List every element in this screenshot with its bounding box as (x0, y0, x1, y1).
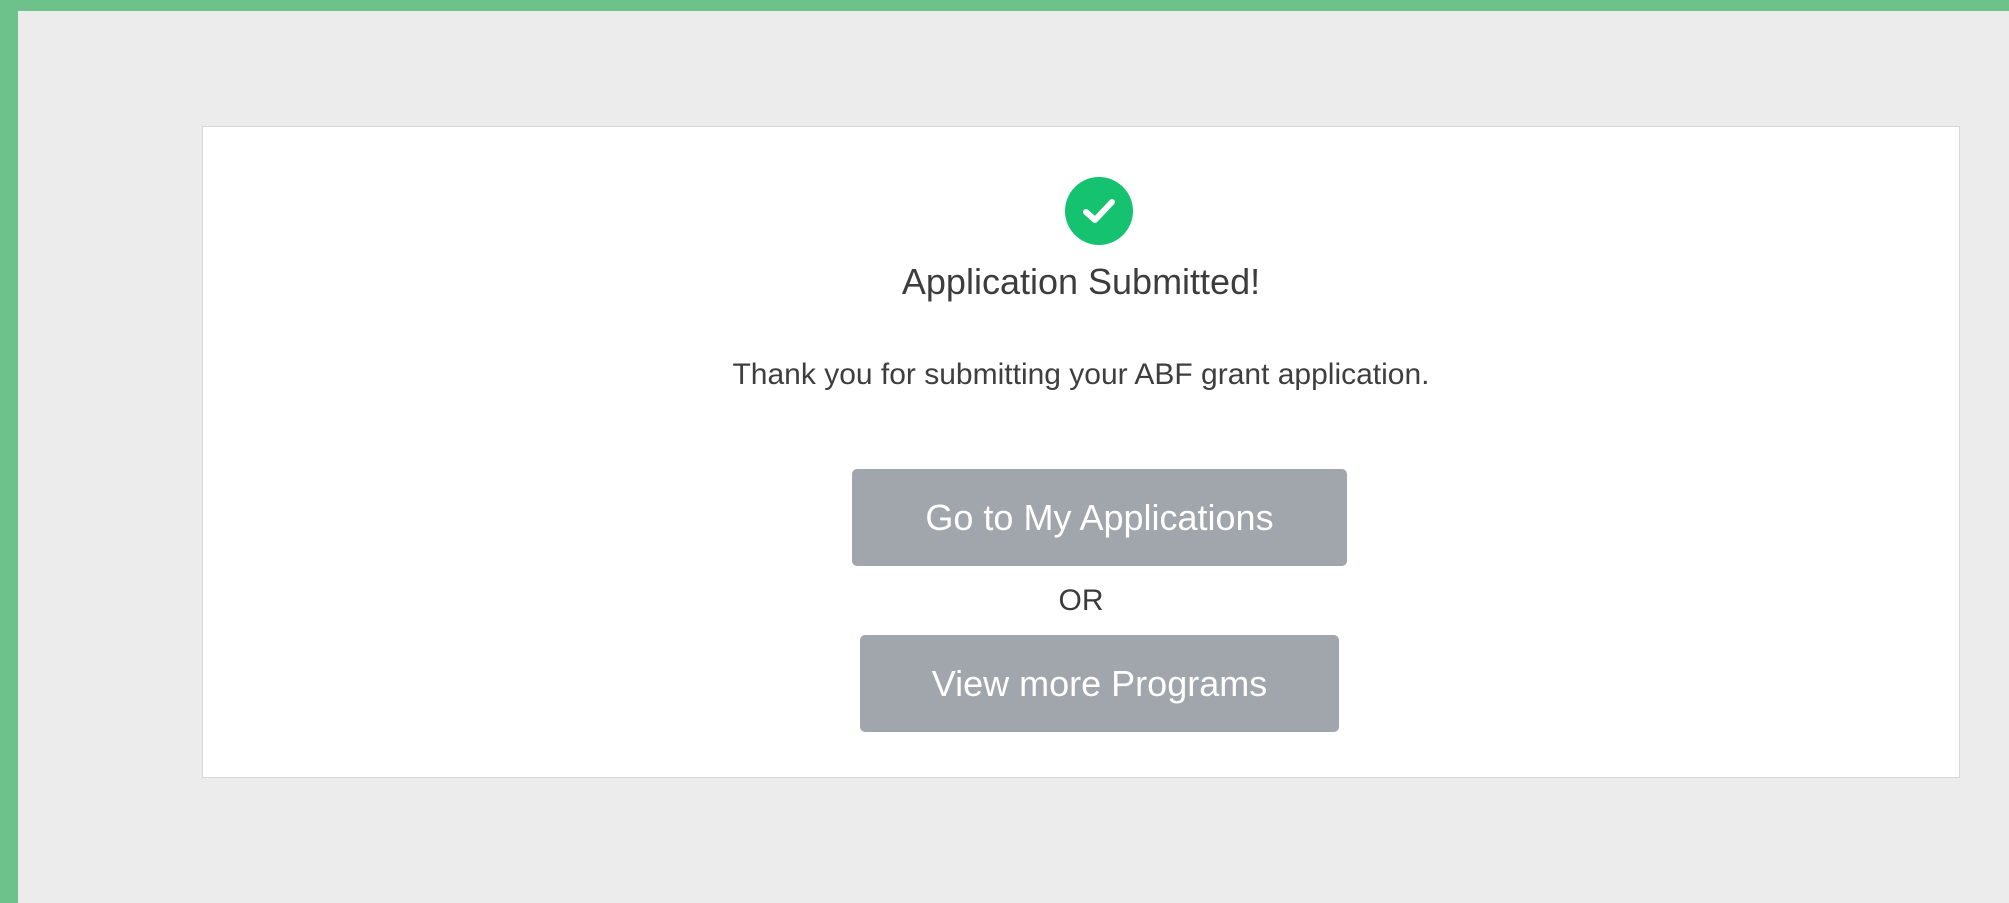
go-to-my-applications-button[interactable]: Go to My Applications (852, 469, 1347, 566)
view-more-programs-button[interactable]: View more Programs (860, 635, 1339, 732)
check-mark-icon (1083, 199, 1115, 223)
confirmation-title: Application Submitted! (901, 261, 1261, 302)
confirmation-card: Application Submitted! Thank you for sub… (202, 126, 1960, 778)
or-separator: OR (1058, 584, 1104, 617)
check-circle-icon (1065, 177, 1133, 245)
confirmation-message: Thank you for submitting your ABF grant … (732, 358, 1430, 391)
page-background: Application Submitted! Thank you for sub… (18, 11, 2009, 903)
